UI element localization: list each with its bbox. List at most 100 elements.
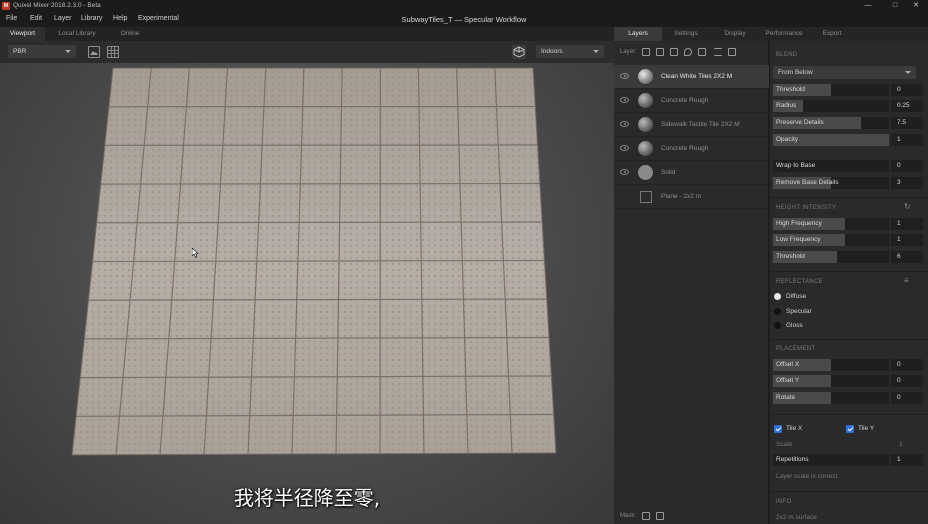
gloss-radio[interactable] [774, 322, 781, 329]
visibility-eye-icon[interactable] [620, 97, 629, 103]
3d-viewport[interactable]: 我将半径降至零, [0, 63, 614, 524]
visibility-eye-icon[interactable] [620, 169, 629, 175]
layer-row-solid[interactable]: Solid [614, 161, 769, 185]
slider-label: Rotate [776, 394, 796, 401]
layer-list-icon[interactable] [714, 48, 722, 56]
layer-name: Plane - 2x2 m [661, 193, 702, 200]
slider-label: Offset X [776, 361, 800, 368]
title-bar: M Quixel Mixer 2018.2.3.0 - Beta — □ ✕ [0, 0, 928, 12]
opacity-slider[interactable]: Opacity [773, 134, 889, 146]
tab-viewport[interactable]: Viewport [0, 27, 45, 41]
repetitions-slider[interactable]: Repetitions [773, 454, 889, 466]
layer-thumbnail [638, 93, 653, 108]
layer-row-clean-white-tiles[interactable]: Clean White Tiles 2X2 M [614, 65, 769, 89]
radius-field[interactable]: 0.25 [891, 100, 923, 112]
tab-display[interactable]: Display [714, 27, 756, 41]
offset-y-field[interactable]: 0 [891, 375, 923, 387]
properties-panel: BLEND From Below Threshold 0 Radius 0.25… [770, 41, 928, 524]
visibility-eye-icon[interactable] [620, 145, 629, 151]
height-threshold-field[interactable]: 6 [891, 251, 923, 263]
height-threshold-slider[interactable]: Threshold [773, 251, 889, 263]
subtitle-caption: 我将半径降至零, [233, 486, 381, 510]
minimize-button[interactable]: — [854, 0, 882, 12]
add-solid-layer-icon[interactable] [670, 48, 678, 56]
blend-mode-dropdown[interactable]: From Below [773, 66, 916, 79]
tile-y-checkbox[interactable] [846, 425, 854, 433]
rotate-slider[interactable]: Rotate [773, 392, 889, 404]
high-frequency-slider[interactable]: High Frequency [773, 218, 889, 230]
threshold-field[interactable]: 0 [891, 84, 923, 96]
high-frequency-field[interactable]: 1 [891, 218, 923, 230]
radius-slider[interactable]: Radius [773, 100, 889, 112]
menu-layer[interactable]: Layer [54, 15, 72, 22]
tab-performance[interactable]: Performance [759, 27, 809, 41]
menu-experimental[interactable]: Experimental [138, 15, 179, 22]
grid-icon[interactable] [107, 46, 119, 58]
rotate-field[interactable]: 0 [891, 392, 923, 404]
wrap-to-base-field[interactable]: 0 [891, 160, 923, 172]
low-frequency-field[interactable]: 1 [891, 234, 923, 246]
menu-icon[interactable]: ≡ [904, 276, 909, 285]
add-mask-icon[interactable] [642, 512, 650, 520]
divider [770, 339, 928, 340]
remove-base-details-slider[interactable]: Remove Base Details [773, 177, 889, 189]
tab-local-library[interactable]: Local Library [50, 27, 104, 41]
image-icon[interactable] [88, 46, 100, 58]
section-title-reflectance: REFLECTANCE [776, 279, 823, 285]
offset-x-slider[interactable]: Offset X [773, 359, 889, 371]
app-logo-icon: M [2, 2, 10, 10]
tile-x-checkbox[interactable] [774, 425, 782, 433]
scale-label: Scale [776, 441, 793, 448]
layers-panel: Layer: Clean White Tiles 2X2 M Concrete … [614, 41, 769, 524]
section-title-blend: BLEND [776, 52, 798, 58]
divider [770, 271, 928, 272]
slider-label: Remove Base Details [776, 179, 839, 186]
menu-file[interactable]: File [6, 15, 17, 22]
layer-name: Concrete Rough [661, 145, 709, 152]
opacity-field[interactable]: 1 [891, 134, 923, 146]
layer-settings-icon[interactable] [728, 48, 736, 56]
tab-settings[interactable]: Settings [664, 27, 708, 41]
cube-icon[interactable] [512, 45, 526, 59]
close-button[interactable]: ✕ [902, 0, 928, 12]
menu-library[interactable]: Library [81, 15, 102, 22]
diffuse-radio[interactable] [774, 293, 781, 300]
layer-row-concrete-rough-2[interactable]: Concrete Rough [614, 137, 769, 161]
tab-online[interactable]: Online [110, 27, 150, 41]
offset-x-field[interactable]: 0 [891, 359, 923, 371]
threshold-slider[interactable]: Threshold [773, 84, 889, 96]
add-fill-layer-icon[interactable] [684, 48, 692, 56]
repetitions-field[interactable]: 1 [891, 454, 923, 466]
specular-radio[interactable] [774, 308, 781, 315]
environment-dropdown[interactable]: Indoors [536, 45, 604, 58]
menu-help[interactable]: Help [113, 15, 127, 22]
tab-export[interactable]: Export [812, 27, 852, 41]
visibility-eye-icon[interactable] [620, 121, 629, 127]
layer-row-sidewalk-tactile-tile[interactable]: Sidewalk Tactile Tile 2X2 M [614, 113, 769, 137]
preserve-details-slider[interactable]: Preserve Details [773, 117, 889, 129]
layer-row-plane[interactable]: Plane - 2x2 m [614, 185, 769, 209]
mask-bar: Mask: [614, 508, 769, 524]
render-mode-dropdown[interactable]: PBR [8, 45, 76, 58]
preserve-details-field[interactable]: 7.5 [891, 117, 923, 129]
add-surface-layer-icon[interactable] [642, 48, 650, 56]
wrap-to-base-slider[interactable]: Wrap to Base [773, 160, 889, 172]
tile-x-label: Tile X [786, 425, 803, 432]
low-frequency-slider[interactable]: Low Frequency [773, 234, 889, 246]
chevron-down-icon [65, 50, 71, 53]
tile-grid-line-horizontal [96, 221, 543, 224]
visibility-eye-icon[interactable] [620, 73, 629, 79]
layer-name: Clean White Tiles 2X2 M [661, 73, 733, 80]
offset-y-slider[interactable]: Offset Y [773, 375, 889, 387]
remove-base-details-field[interactable]: 3 [891, 177, 923, 189]
add-smart-layer-icon[interactable] [698, 48, 706, 56]
menu-edit[interactable]: Edit [30, 15, 42, 22]
tab-layers[interactable]: Layers [614, 27, 662, 41]
section-title-info: INFO [776, 499, 792, 505]
reset-icon[interactable]: ↻ [904, 202, 911, 211]
add-paint-layer-icon[interactable] [656, 48, 664, 56]
slider-label: Threshold [776, 86, 805, 93]
mask-options-icon[interactable] [656, 512, 664, 520]
slider-label: Radius [776, 102, 797, 109]
layer-row-concrete-rough[interactable]: Concrete Rough [614, 89, 769, 113]
